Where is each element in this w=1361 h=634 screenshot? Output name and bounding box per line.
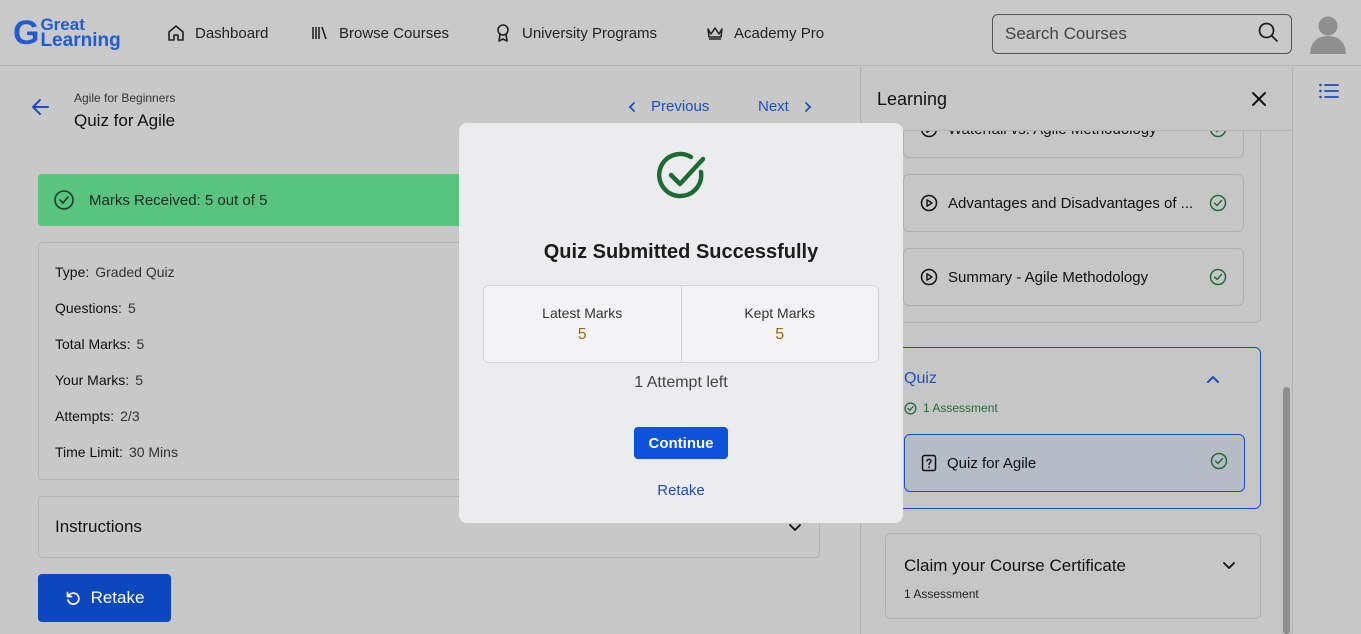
info-questions: Questions: 5 (55, 300, 136, 316)
top-header: G Great Learning Dashboard Browse Course… (0, 0, 1361, 66)
certificate-assessment-count: 1 Assessment (904, 587, 979, 601)
nav-academy-pro-label: Academy Pro (734, 24, 825, 42)
great-learning-logo[interactable]: G Great Learning (13, 14, 121, 52)
search-input[interactable] (1005, 24, 1257, 44)
learning-panel: Waterfall vs. Agile Methodology Advantag… (860, 67, 1293, 634)
kept-marks-value: 5 (775, 325, 785, 343)
nav-dashboard[interactable]: Dashboard (166, 22, 268, 44)
kept-marks: Kept Marks 5 (680, 286, 879, 362)
marks-received-text: Marks Received: 5 out of 5 (89, 191, 268, 209)
success-check-icon (656, 151, 706, 199)
panel-scrollbar[interactable] (1283, 387, 1290, 634)
kept-marks-label: Kept Marks (744, 304, 816, 321)
crown-icon (705, 23, 725, 43)
info-value: 30 Mins (128, 444, 178, 460)
certificate-title: Claim your Course Certificate (904, 556, 1127, 575)
quiz-section-title[interactable]: Quiz (904, 370, 937, 388)
previous-button[interactable]: Previous (626, 98, 709, 115)
info-value: 2/3 (120, 408, 140, 424)
quiz-submitted-modal: Quiz Submitted Successfully Latest Marks… (459, 123, 903, 523)
right-rail (1294, 67, 1361, 634)
play-circle-icon (920, 268, 938, 286)
quiz-item-label: Quiz for Agile (947, 454, 1037, 472)
quiz-section: Quiz 1 Assessment Quiz for Agile (885, 347, 1261, 509)
nav-academy-pro[interactable]: Academy Pro (705, 22, 824, 44)
completed-check-icon (1210, 452, 1228, 474)
quiz-item-active[interactable]: Quiz for Agile (904, 434, 1245, 492)
check-circle-icon (904, 401, 917, 415)
nav-browse-courses-label: Browse Courses (339, 24, 450, 42)
info-value: 5 (135, 372, 143, 388)
instructions-label: Instructions (55, 517, 142, 536)
info-label: Time Limit: (55, 444, 123, 460)
continue-button[interactable]: Continue (634, 427, 728, 459)
info-label: Your Marks: (55, 372, 130, 388)
next-label: Next (758, 98, 789, 115)
attempts-left-text: 1 Attempt left (634, 374, 728, 391)
logo-bottom-text: Learning (40, 30, 121, 51)
info-total-marks: Total Marks: 5 (55, 336, 144, 352)
info-attempts: Attempts: 2/3 (55, 408, 140, 424)
latest-marks: Latest Marks 5 (484, 286, 681, 362)
next-button[interactable]: Next (758, 98, 814, 115)
list-icon[interactable] (1318, 82, 1340, 100)
latest-marks-label: Latest Marks (542, 304, 623, 321)
quiz-assessment-count: 1 Assessment (904, 401, 998, 415)
lesson-item[interactable]: Advantages and Disadvantages of ... (903, 174, 1244, 232)
chevron-right-icon (804, 101, 812, 112)
info-label: Type: (55, 264, 90, 280)
certificate-section[interactable]: Claim your Course Certificate 1 Assessme… (885, 533, 1261, 619)
check-circle-icon (53, 189, 75, 211)
info-your-marks: Your Marks: 5 (55, 372, 143, 388)
library-icon (310, 23, 330, 43)
learning-panel-title: Learning (877, 89, 948, 109)
chevron-up-icon[interactable] (1204, 370, 1222, 388)
search-box[interactable] (992, 14, 1292, 54)
play-circle-icon (920, 194, 938, 212)
quiz-file-icon (921, 454, 937, 472)
rotate-ccw-icon (65, 590, 81, 606)
latest-marks-value: 5 (577, 325, 587, 343)
search-icon[interactable] (1257, 21, 1279, 48)
lesson-item[interactable]: Summary - Agile Methodology (903, 248, 1244, 306)
info-value: 5 (127, 300, 136, 316)
user-avatar[interactable] (1309, 14, 1347, 54)
previous-label: Previous (651, 98, 710, 115)
quiz-assessment-text: 1 Assessment (923, 401, 998, 415)
nav-dashboard-label: Dashboard (195, 24, 269, 42)
logo-g-mark: G (13, 14, 39, 52)
chevron-left-icon (628, 101, 635, 112)
modal-title: Quiz Submitted Successfully (543, 241, 819, 263)
info-value: Graded Quiz (95, 264, 175, 280)
page-title: Quiz for Agile (74, 111, 176, 130)
info-value: 5 (136, 336, 145, 352)
info-label: Total Marks: (55, 336, 131, 352)
completed-check-icon (1209, 194, 1227, 212)
chevron-down-icon[interactable] (1220, 556, 1238, 574)
retake-label: Retake (90, 588, 145, 607)
close-icon[interactable] (1249, 89, 1269, 109)
lesson-label: Advantages and Disadvantages of ... (948, 194, 1194, 212)
nav-browse-courses[interactable]: Browse Courses (310, 22, 449, 44)
back-arrow-icon[interactable] (30, 96, 52, 118)
marks-summary: Latest Marks 5 Kept Marks 5 (483, 285, 879, 363)
nav-university-programs-label: University Programs (522, 24, 658, 42)
home-icon (166, 23, 186, 43)
info-time-limit: Time Limit: 30 Mins (55, 444, 178, 460)
award-icon (493, 23, 513, 43)
info-label: Attempts: (55, 408, 115, 424)
modal-retake-link[interactable]: Retake (459, 482, 903, 499)
nav-university-programs[interactable]: University Programs (493, 22, 657, 44)
info-type: Type: Graded Quiz (55, 264, 175, 280)
retake-button[interactable]: Retake (38, 574, 171, 622)
lesson-label: Summary - Agile Methodology (948, 268, 1149, 286)
completed-check-icon (1209, 268, 1227, 286)
info-label: Questions: (55, 300, 122, 316)
breadcrumb[interactable]: Agile for Beginners (74, 91, 175, 105)
